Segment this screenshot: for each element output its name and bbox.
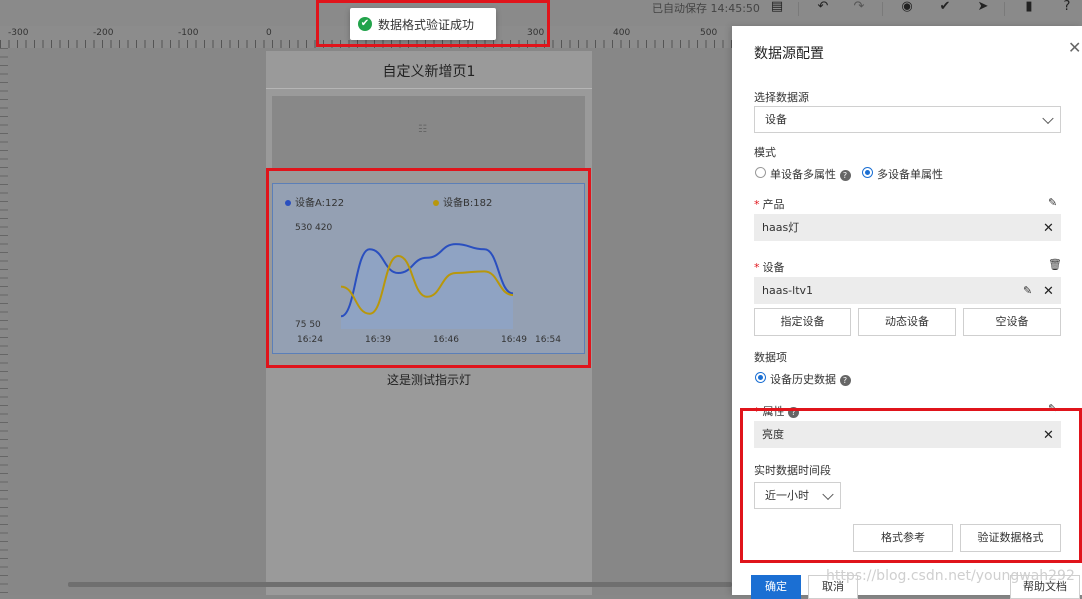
device-field[interactable]: haas-ltv1 bbox=[754, 277, 1061, 304]
trash-icon[interactable]: 🗑 bbox=[1048, 258, 1062, 271]
toolbar-divider bbox=[1004, 2, 1005, 16]
mode-single-radio[interactable] bbox=[755, 167, 766, 178]
confirm-button[interactable]: 确定 bbox=[751, 575, 801, 599]
check-circle-icon: ✔ bbox=[358, 17, 372, 31]
success-toast: ✔ 数据格式验证成功 bbox=[350, 8, 496, 40]
undo-icon[interactable]: ↶ bbox=[810, 0, 836, 14]
format-reference-button[interactable]: 格式参考 bbox=[853, 524, 953, 552]
ruler-label: 0 bbox=[266, 28, 272, 38]
ruler-ticks bbox=[0, 40, 732, 48]
device-label-text: 设备 bbox=[762, 261, 785, 274]
dynamic-device-button[interactable]: 动态设备 bbox=[858, 308, 956, 336]
product-label-text: 产品 bbox=[762, 198, 785, 211]
mode-label: 模式 bbox=[754, 146, 776, 159]
line-chart-widget[interactable]: 设备A:122 设备B:182 530 420 75 50 16:24 16:39 16… bbox=[272, 183, 585, 354]
validate-format-button[interactable]: 验证数据格式 bbox=[960, 524, 1061, 552]
attribute-label-text: 属性 bbox=[762, 405, 785, 418]
help-icon[interactable]: ? bbox=[839, 374, 851, 386]
mode-multi-label: 多设备单属性 bbox=[877, 168, 943, 181]
device-label: * 设备 bbox=[754, 261, 785, 274]
device-value: haas-ltv1 bbox=[762, 284, 814, 297]
x-axis-tick-label: 16:46 bbox=[433, 335, 459, 345]
horizontal-scrollbar[interactable] bbox=[68, 582, 732, 587]
x-axis-tick-label: 16:39 bbox=[365, 335, 391, 345]
realtime-period-select[interactable]: 近一小时 bbox=[754, 482, 841, 509]
attribute-value: 亮度 bbox=[762, 428, 784, 441]
panel-title: 数据源配置 bbox=[754, 46, 824, 62]
ruler-label: -100 bbox=[178, 28, 199, 38]
x-axis-tick-label: 16:49 bbox=[501, 335, 527, 345]
clear-icon[interactable]: ✕ bbox=[1043, 284, 1054, 299]
toolbar-divider bbox=[798, 2, 799, 16]
widget-placeholder[interactable] bbox=[272, 96, 585, 168]
product-label: * 产品 bbox=[754, 198, 785, 211]
empty-device-button[interactable]: 空设备 bbox=[963, 308, 1061, 336]
chart-plot: 530 420 75 50 16:24 16:39 16:46 16:49 16:54 bbox=[295, 223, 561, 345]
toolbar-divider bbox=[882, 2, 883, 16]
page-divider bbox=[266, 88, 592, 89]
widget-caption: 这是测试指示灯 bbox=[386, 373, 471, 387]
placeholder-icon: ☷ bbox=[418, 124, 427, 135]
datasource-value: 设备 bbox=[765, 113, 787, 126]
preview-eye-icon[interactable]: ◉ bbox=[894, 0, 920, 14]
clear-icon[interactable]: ✕ bbox=[1043, 428, 1054, 443]
autosave-status: 已自动保存 14:45:50 bbox=[652, 2, 760, 15]
datasource-select[interactable]: 设备 bbox=[754, 106, 1061, 133]
page-title: 自定义新增页1 bbox=[382, 64, 476, 80]
realtime-period-value: 近一小时 bbox=[765, 489, 809, 502]
send-icon[interactable]: ➤ bbox=[970, 0, 996, 14]
history-data-option: 设备历史数据 ? bbox=[770, 371, 851, 387]
document-icon[interactable]: ▮ bbox=[1016, 0, 1042, 14]
edit-pencil-icon[interactable]: ✎ bbox=[1048, 402, 1057, 415]
edit-pencil-icon[interactable]: ✎ bbox=[1023, 284, 1032, 297]
data-item-label: 数据项 bbox=[754, 351, 787, 364]
history-data-text: 设备历史数据 bbox=[770, 373, 836, 386]
chevron-down-icon bbox=[822, 488, 834, 500]
attribute-label: * 属性 ? bbox=[754, 403, 799, 419]
help-icon[interactable]: ? bbox=[788, 406, 799, 418]
product-value: haas灯 bbox=[762, 221, 800, 234]
check-circle-icon[interactable]: ✔ bbox=[932, 0, 958, 14]
mode-single-text: 单设备多属性 bbox=[770, 168, 836, 181]
layers-icon[interactable]: ▤ bbox=[764, 0, 790, 14]
ruler-label: -200 bbox=[93, 28, 114, 38]
datasource-label: 选择数据源 bbox=[754, 91, 809, 104]
mode-single-label: 单设备多属性 ? bbox=[770, 166, 851, 182]
edit-pencil-icon[interactable]: ✎ bbox=[1048, 196, 1057, 209]
chevron-down-icon bbox=[1042, 112, 1054, 124]
y-axis-label: 75 50 bbox=[295, 320, 321, 330]
specify-device-button[interactable]: 指定设备 bbox=[754, 308, 851, 336]
help-icon[interactable]: ? bbox=[1054, 0, 1080, 14]
mode-multi-radio[interactable] bbox=[862, 167, 873, 178]
ruler-label: 500 bbox=[700, 28, 718, 38]
vertical-ruler bbox=[0, 48, 8, 595]
realtime-period-label: 实时数据时间段 bbox=[754, 464, 831, 477]
redo-icon[interactable]: ↷ bbox=[846, 0, 872, 14]
product-field[interactable]: haas灯 bbox=[754, 214, 1061, 241]
close-icon[interactable]: ✕ bbox=[1068, 38, 1081, 57]
y-axis-label: 530 420 bbox=[295, 223, 332, 233]
history-data-radio[interactable] bbox=[755, 372, 766, 383]
toast-message: 数据格式验证成功 bbox=[378, 17, 475, 32]
ruler-label: -300 bbox=[8, 28, 29, 38]
x-axis-tick-label: 16:24 bbox=[297, 335, 323, 345]
clear-icon[interactable]: ✕ bbox=[1043, 221, 1054, 236]
watermark: https://blog.csdn.net/youngwah292 bbox=[826, 568, 1075, 584]
x-axis-tick-label: 16:54 bbox=[535, 335, 561, 345]
attribute-field[interactable]: 亮度 bbox=[754, 421, 1061, 448]
ruler-label: 400 bbox=[613, 28, 631, 38]
ruler-label: 300 bbox=[527, 28, 545, 38]
help-icon[interactable]: ? bbox=[839, 169, 851, 181]
